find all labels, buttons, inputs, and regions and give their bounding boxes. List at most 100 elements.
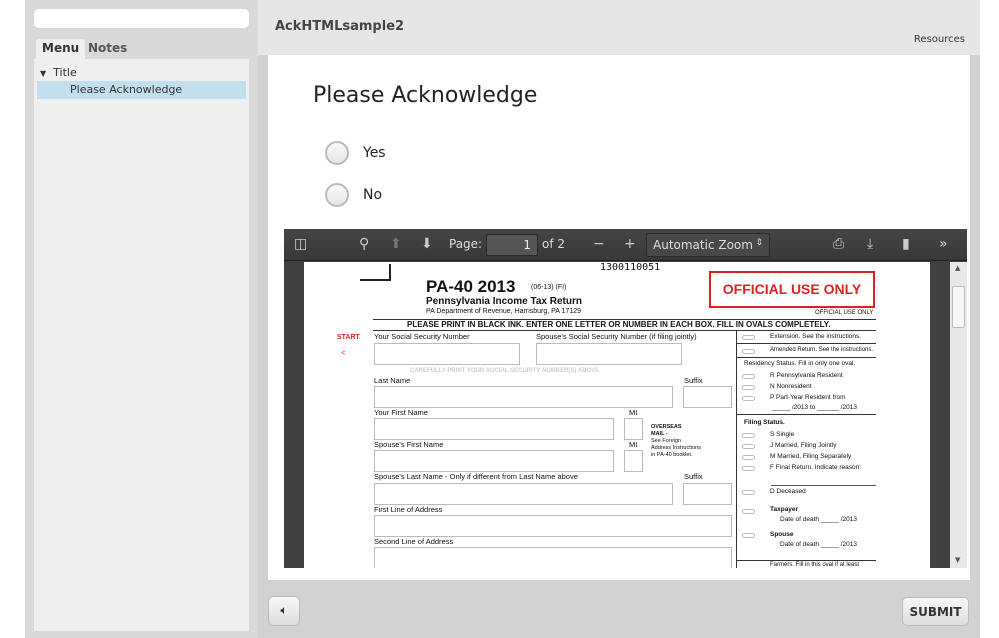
pdf-toolbar: ◫ ⚲ ⬆ ⬇ Page: 1 of 2 − + Automatic Zoom ⇕…	[284, 229, 967, 261]
question-title: Please Acknowledge	[313, 83, 538, 108]
oval	[742, 385, 755, 390]
pdf-scrollbar[interactable]: ▲ ▼	[950, 262, 967, 568]
option-yes[interactable]: Yes	[325, 141, 386, 165]
speaker-icon: 🔈︎	[280, 603, 288, 617]
caret-down-icon: ▼	[40, 69, 47, 78]
mi-field	[624, 418, 643, 440]
form-subtitle: Pennsylvania Income Tax Return	[426, 296, 582, 307]
address-2-field	[374, 547, 732, 568]
overseas-note: OVERSEAS MAIL - See Foreign Address Instruc…	[651, 424, 701, 458]
print-icon[interactable]: ⎙	[833, 236, 844, 252]
form-rev: (06-13) (FI)	[531, 284, 567, 291]
start-arrow: <	[341, 348, 346, 357]
d-option: D Deceased	[770, 488, 806, 495]
page-number-input[interactable]: 1	[486, 234, 538, 256]
scroll-down-icon[interactable]: ▼	[955, 556, 960, 564]
spouse-death: Date of death _____ /2013	[780, 541, 857, 548]
start-label: START	[337, 334, 360, 341]
submit-button[interactable]: SUBMIT	[902, 597, 969, 626]
tree-item-please-acknowledge[interactable]: Please Acknowledge	[37, 81, 246, 99]
p-option: P Part-Year Resident from	[770, 394, 846, 401]
select-arrows-icon: ⇕	[755, 238, 763, 248]
official-use-small: OFFICIAL USE ONLY	[815, 310, 874, 316]
zoom-select[interactable]: Automatic Zoom ⇕	[646, 233, 770, 257]
filing-status: Filing Status.	[744, 419, 785, 426]
taxpayer: Taxpayer	[770, 506, 799, 513]
radio-yes[interactable]	[325, 141, 349, 165]
last-name-field	[374, 386, 673, 408]
label-ssn: Your Social Security Number	[374, 332, 470, 341]
ssn-field	[374, 343, 520, 365]
oval	[742, 349, 755, 354]
rule	[373, 330, 876, 331]
address-1-field	[374, 515, 732, 537]
resources-link[interactable]: Resources	[914, 34, 965, 45]
spouse-last-name-field	[374, 483, 673, 505]
label-mi: MI	[629, 408, 638, 417]
rule	[736, 560, 876, 561]
tab-menu[interactable]: Menu	[36, 39, 86, 59]
page-total: of 2	[542, 237, 566, 251]
extension: Extension. See the instructions.	[770, 333, 862, 340]
instructions: PLEASE PRINT IN BLACK INK. ENTER ONE LET…	[407, 320, 831, 329]
first-name-field	[374, 418, 614, 440]
sidebar-toggle-icon[interactable]: ◫	[294, 236, 307, 252]
spouse-first-name-field	[374, 450, 614, 472]
next-page-icon[interactable]: ⬇	[421, 236, 433, 252]
zoom-out-icon[interactable]: −	[593, 236, 605, 252]
oval	[742, 509, 755, 514]
scroll-thumb[interactable]	[952, 286, 965, 328]
m-option: M Married, Filing Separately	[770, 453, 852, 460]
radio-no[interactable]	[325, 183, 349, 207]
lesson-title: AckHTMLsample2	[275, 19, 405, 34]
zoom-in-icon[interactable]: +	[624, 236, 636, 252]
label-spouse-suffix: Suffix	[684, 472, 703, 481]
oval	[742, 533, 755, 538]
official-use-box: OFFICIAL USE ONLY	[709, 271, 875, 308]
farmers: Farmers. Fill in this oval if at least	[770, 562, 860, 568]
spouse-ssn-field	[536, 343, 682, 365]
search-input[interactable]	[34, 9, 249, 28]
label-first-name: Your First Name	[374, 408, 428, 417]
j-option: J Married, Filing Jointly	[770, 442, 837, 449]
taxpayer-death: Date of death _____ /2013	[780, 516, 857, 523]
bookmark-icon[interactable]: ▮	[902, 236, 910, 252]
page-label: Page:	[449, 237, 483, 251]
oval	[742, 374, 755, 379]
label-last-name: Last Name	[374, 376, 411, 385]
oval	[742, 444, 755, 449]
residency: Residency Status. Fill in only one oval.	[744, 360, 856, 367]
column-divider	[736, 330, 737, 568]
amended: Amended Return. See the instructions.	[770, 347, 874, 353]
previous-page-icon[interactable]: ⬆	[390, 236, 402, 252]
oval	[742, 466, 755, 471]
oval	[742, 335, 755, 340]
rule	[771, 485, 876, 486]
option-no[interactable]: No	[325, 183, 382, 207]
rule	[736, 343, 876, 344]
audio-button[interactable]: 🔈︎	[268, 596, 300, 626]
label-address-2: Second Line of Address	[374, 537, 454, 546]
oval	[742, 455, 755, 460]
suffix-field	[683, 386, 732, 408]
tab-notes[interactable]: Notes	[82, 39, 133, 59]
main-header: AckHTMLsample2 Resources	[258, 0, 980, 55]
tools-menu-icon[interactable]: »	[939, 236, 948, 252]
label-spouse-ssn: Spouse's Social Security Number (if fili…	[536, 332, 697, 341]
spouse-mi-field	[624, 450, 643, 472]
download-icon[interactable]: ⤓	[867, 236, 873, 252]
f-option: F Final Return. Indicate reason:	[770, 464, 862, 471]
ssn-note: CAREFULLY PRINT YOUR SOCIAL SECURITY NUM…	[410, 368, 600, 374]
barcode-number: 1300110051	[600, 262, 661, 273]
search-icon[interactable]: ⚲	[359, 236, 369, 252]
tree-item-title[interactable]: ▼ Title	[40, 66, 77, 79]
label-address-1: First Line of Address	[374, 505, 443, 514]
n-option: N Nonresident	[770, 383, 812, 390]
pdf-page: 1300110051 PA-40 2013 (06-13) (FI) Penns…	[304, 262, 930, 568]
oval	[742, 433, 755, 438]
scroll-up-icon[interactable]: ▲	[955, 264, 960, 272]
r-option: R Pennsylvania Resident	[770, 372, 843, 379]
corner-mark-h	[360, 279, 391, 281]
oval	[742, 396, 755, 401]
rule	[736, 357, 876, 358]
